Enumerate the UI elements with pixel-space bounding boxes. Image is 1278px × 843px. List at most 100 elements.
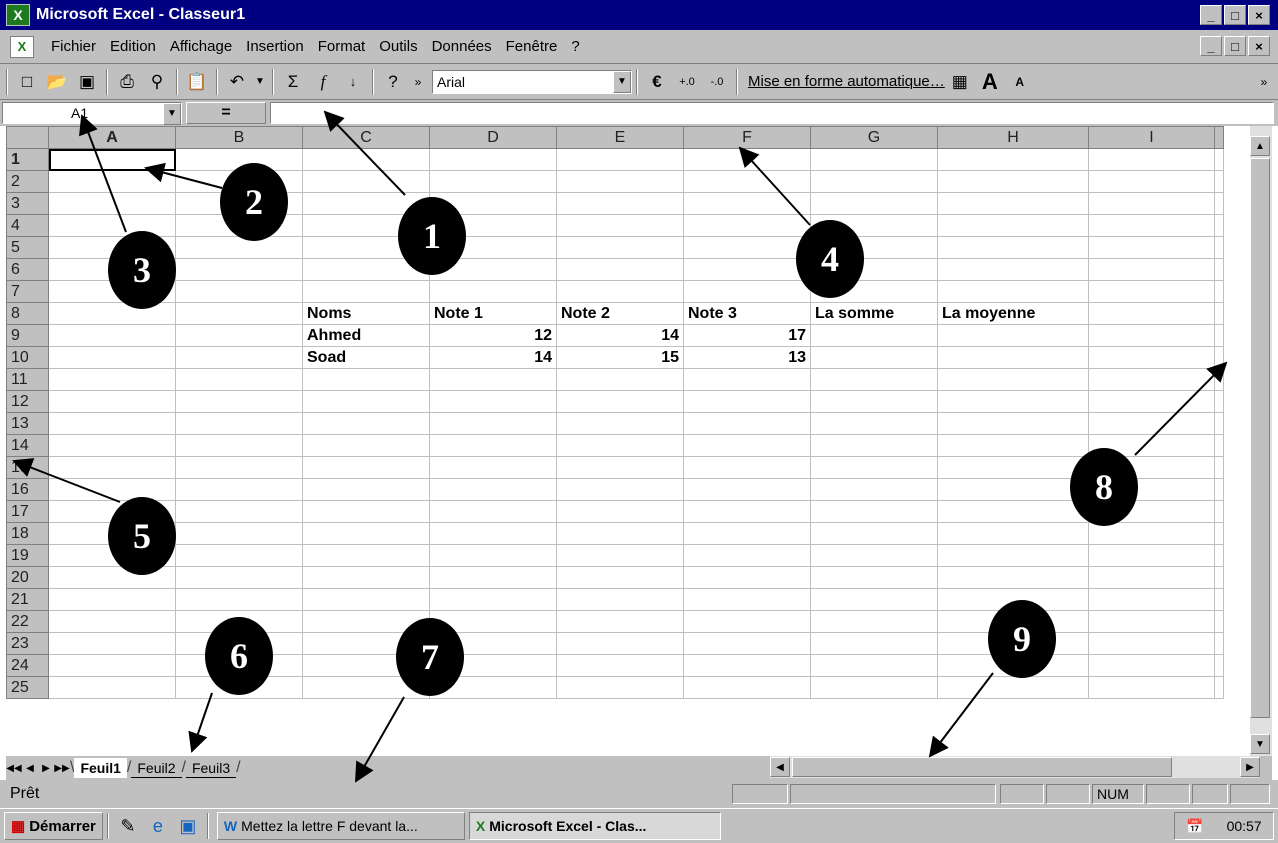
cell-e1[interactable] [556, 148, 684, 171]
cell-h1[interactable] [937, 148, 1089, 171]
cell-i22[interactable] [1088, 610, 1215, 633]
cell-g12[interactable] [810, 390, 938, 413]
cell-a1[interactable] [48, 148, 176, 171]
cell-i7[interactable] [1088, 280, 1215, 303]
cell-h20[interactable] [937, 566, 1089, 589]
cell-h7[interactable] [937, 280, 1089, 303]
decrease-font-icon[interactable]: A [1007, 69, 1033, 95]
cell-h11[interactable] [937, 368, 1089, 391]
cell-c11[interactable] [302, 368, 430, 391]
cell-i12[interactable] [1088, 390, 1215, 413]
cell-g14[interactable] [810, 434, 938, 457]
cell-h9[interactable] [937, 324, 1089, 347]
cell-f16[interactable] [683, 478, 811, 501]
horizontal-scrollbar[interactable]: ◀ ▶ [770, 756, 1260, 778]
row-header[interactable]: 11 [6, 368, 49, 391]
cell-h16[interactable] [937, 478, 1089, 501]
cell-i9[interactable] [1088, 324, 1215, 347]
cell-a21[interactable] [48, 588, 176, 611]
cell-d9[interactable]: 12 [429, 324, 557, 347]
edit-formula-button[interactable]: = [186, 102, 266, 124]
cell-i13[interactable] [1088, 412, 1215, 435]
row-header[interactable]: 14 [6, 434, 49, 457]
column-header-i[interactable]: I [1088, 126, 1215, 149]
cell-h8[interactable]: La moyenne [937, 302, 1089, 325]
cell-f13[interactable] [683, 412, 811, 435]
cell-e6[interactable] [556, 258, 684, 281]
cell-i8[interactable] [1088, 302, 1215, 325]
cell-d2[interactable] [429, 170, 557, 193]
menu-edition[interactable]: Edition [103, 38, 163, 55]
row-header[interactable]: 18 [6, 522, 49, 545]
euro-icon[interactable]: € [644, 69, 670, 95]
cell-f3[interactable] [683, 192, 811, 215]
cell-e4[interactable] [556, 214, 684, 237]
cell-g10[interactable] [810, 346, 938, 369]
row-header[interactable]: 2 [6, 170, 49, 193]
cell-f9[interactable]: 17 [683, 324, 811, 347]
cell-e12[interactable] [556, 390, 684, 413]
cell-e21[interactable] [556, 588, 684, 611]
cell-e13[interactable] [556, 412, 684, 435]
cell-g19[interactable] [810, 544, 938, 567]
cell-f1[interactable] [683, 148, 811, 171]
cell-h3[interactable] [937, 192, 1089, 215]
cell-a25[interactable] [48, 676, 176, 699]
cell-e9[interactable]: 14 [556, 324, 684, 347]
cell-i11[interactable] [1088, 368, 1215, 391]
cell-c18[interactable] [302, 522, 430, 545]
sheet-tab-feuil3[interactable]: Feuil3 [185, 758, 237, 778]
row-header[interactable]: 19 [6, 544, 49, 567]
vertical-scroll-thumb[interactable] [1250, 158, 1270, 718]
prev-sheet-icon[interactable]: ◀ [22, 759, 38, 777]
cell-e7[interactable] [556, 280, 684, 303]
cell-a22[interactable] [48, 610, 176, 633]
row-header[interactable]: 3 [6, 192, 49, 215]
cell-h13[interactable] [937, 412, 1089, 435]
cell-c16[interactable] [302, 478, 430, 501]
cell-h15[interactable] [937, 456, 1089, 479]
cell-e24[interactable] [556, 654, 684, 677]
cell-i5[interactable] [1088, 236, 1215, 259]
cell-i21[interactable] [1088, 588, 1215, 611]
cell-e11[interactable] [556, 368, 684, 391]
cell-e15[interactable] [556, 456, 684, 479]
cell-a8[interactable] [48, 302, 176, 325]
menu-outils[interactable]: Outils [372, 38, 424, 55]
desktop-icon[interactable]: ✎ [116, 814, 140, 838]
row-header[interactable]: 20 [6, 566, 49, 589]
menu-affichage[interactable]: Affichage [163, 38, 239, 55]
undo-dropdown-icon[interactable]: ▼ [254, 69, 266, 95]
cell-f12[interactable] [683, 390, 811, 413]
cell-a4[interactable] [48, 214, 176, 237]
cell-c2[interactable] [302, 170, 430, 193]
font-dropdown-icon[interactable]: ▼ [613, 70, 631, 93]
cell-i2[interactable] [1088, 170, 1215, 193]
decrease-decimal-icon[interactable]: -.0 [704, 69, 730, 95]
cell-g2[interactable] [810, 170, 938, 193]
scroll-right-icon[interactable]: ▶ [1240, 757, 1260, 777]
open-icon[interactable]: 📂 [44, 69, 70, 95]
cell-a12[interactable] [48, 390, 176, 413]
cell-g1[interactable] [810, 148, 938, 171]
cell-e25[interactable] [556, 676, 684, 699]
cell-e14[interactable] [556, 434, 684, 457]
row-header[interactable]: 22 [6, 610, 49, 633]
column-header-g[interactable]: G [810, 126, 938, 149]
cell-b14[interactable] [175, 434, 303, 457]
cell-b8[interactable] [175, 302, 303, 325]
cell-e3[interactable] [556, 192, 684, 215]
cell-e10[interactable]: 15 [556, 346, 684, 369]
cell-e16[interactable] [556, 478, 684, 501]
row-header[interactable]: 21 [6, 588, 49, 611]
row-header[interactable]: 10 [6, 346, 49, 369]
cell-d19[interactable] [429, 544, 557, 567]
cell-d20[interactable] [429, 566, 557, 589]
scroll-down-icon[interactable]: ▼ [1250, 734, 1270, 754]
cell-h17[interactable] [937, 500, 1089, 523]
cell-a10[interactable] [48, 346, 176, 369]
cell-h6[interactable] [937, 258, 1089, 281]
cell-h18[interactable] [937, 522, 1089, 545]
start-button[interactable]: ▦ Démarrer [4, 812, 103, 840]
cell-a3[interactable] [48, 192, 176, 215]
